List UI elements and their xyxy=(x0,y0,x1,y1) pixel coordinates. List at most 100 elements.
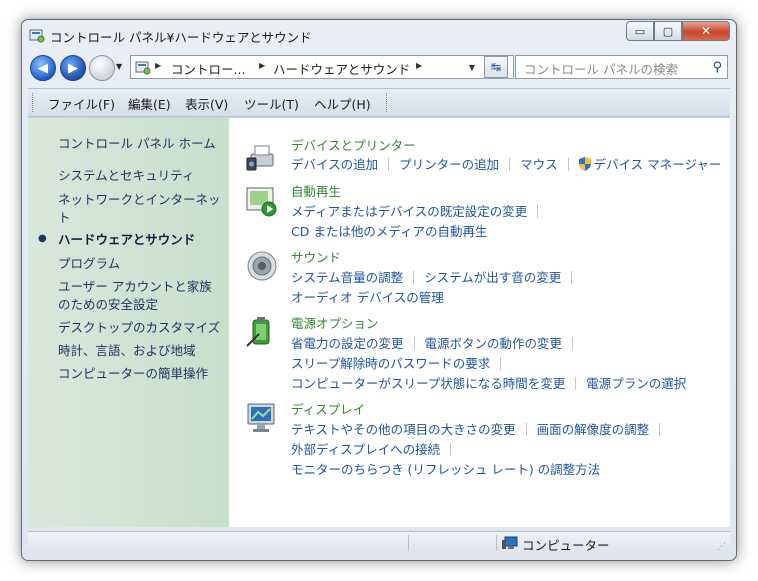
sidebar-item-network[interactable]: ネットワークとインターネット xyxy=(58,191,223,227)
link-separator xyxy=(525,423,527,436)
sidebar-item-clock-region[interactable]: 時計、言語、および地域 xyxy=(58,342,223,360)
forward-button[interactable]: ▶ xyxy=(60,55,86,81)
recent-pages-button[interactable] xyxy=(89,55,115,81)
display-icon[interactable] xyxy=(245,401,279,435)
link-connect-external-display[interactable]: 外部ディスプレイへの接続 xyxy=(291,442,440,457)
category-autoplay[interactable]: 自動再生 xyxy=(291,181,341,200)
link-separator xyxy=(571,271,573,284)
maximize-button[interactable]: ▢ xyxy=(654,21,682,41)
minimize-icon: ▭ xyxy=(634,24,646,38)
computer-icon xyxy=(502,536,518,549)
minimize-button[interactable]: ▭ xyxy=(626,21,654,41)
menu-help[interactable]: ヘルプ(H) xyxy=(314,94,371,113)
breadcrumb-hardware-sound[interactable]: ハードウェアとサウンド xyxy=(273,59,410,78)
speaker-icon[interactable] xyxy=(245,249,279,283)
sidebar-item-programs[interactable]: プログラム xyxy=(58,255,223,273)
breadcrumb-separator-icon[interactable]: ▶ xyxy=(416,61,422,70)
link-device-manager[interactable]: デバイス マネージャー xyxy=(594,157,722,172)
breadcrumb-control-panel[interactable]: コントロー... xyxy=(171,59,245,78)
link-separator xyxy=(575,377,577,390)
breadcrumb-separator-icon[interactable]: ▶ xyxy=(155,61,161,70)
link-adjust-resolution[interactable]: 画面の解像度の調整 xyxy=(537,422,650,437)
refresh-button[interactable]: ↹ xyxy=(484,56,508,78)
link-add-device[interactable]: デバイスの追加 xyxy=(291,157,378,172)
link-require-password-wake[interactable]: スリープ解除時のパスワードの要求 xyxy=(291,356,490,371)
link-media-defaults[interactable]: メディアまたはデバイスの既定設定の変更 xyxy=(291,204,527,219)
status-bar: コンピューター ⋰ xyxy=(28,531,730,554)
link-change-sleep-time[interactable]: コンピューターがスリープ状態になる時間を変更 xyxy=(291,376,565,391)
sidebar-item-system-security[interactable]: システムとセキュリティ xyxy=(58,167,223,185)
link-add-printer[interactable]: プリンターの追加 xyxy=(399,157,499,172)
category-power-options[interactable]: 電源オプション xyxy=(291,313,379,332)
link-power-saving-settings[interactable]: 省電力の設定の変更 xyxy=(291,336,404,351)
link-adjust-volume[interactable]: システム音量の調整 xyxy=(291,270,403,285)
battery-icon[interactable] xyxy=(245,314,279,348)
link-separator xyxy=(413,271,415,284)
link-separator xyxy=(567,158,569,171)
link-separator xyxy=(509,158,511,171)
resize-grip-icon[interactable]: ⋰ xyxy=(717,542,726,552)
address-bar[interactable]: ▶ コントロー... ▶ ハードウェアとサウンド ▶ ▼ xyxy=(130,55,514,79)
link-separator xyxy=(537,205,539,218)
link-manage-audio-devices[interactable]: オーディオ デバイスの管理 xyxy=(291,290,444,305)
back-arrow-icon: ◀ xyxy=(38,60,48,76)
back-button[interactable]: ◀ xyxy=(30,55,56,81)
menu-separator xyxy=(386,93,390,112)
link-row: スリープ解除時のパスワードの要求 xyxy=(291,353,511,371)
link-change-text-size[interactable]: テキストやその他の項目の大きさの変更 xyxy=(291,422,516,437)
link-row: メディアまたはデバイスの既定設定の変更 xyxy=(291,201,548,219)
link-row: 省電力の設定の変更 電源ボタンの動作の変更 xyxy=(291,333,583,351)
close-button[interactable]: ✕ xyxy=(682,21,730,41)
menu-file[interactable]: ファイル(F) xyxy=(48,94,115,113)
category-sound[interactable]: サウンド xyxy=(291,247,341,266)
link-adjust-refresh-rate[interactable]: モニターのちらつき (リフレッシュ レート) の調整方法 xyxy=(291,462,600,477)
sidebar-item-appearance[interactable]: デスクトップのカスタマイズ xyxy=(58,319,223,337)
refresh-icon: ↹ xyxy=(490,60,502,74)
link-change-system-sounds[interactable]: システムが出す音の変更 xyxy=(424,270,561,285)
status-divider xyxy=(408,535,409,551)
link-row: オーディオ デバイスの管理 xyxy=(291,287,444,305)
menu-tools[interactable]: ツール(T) xyxy=(244,94,299,113)
content-area: コントロール パネル ホーム システムとセキュリティ ネットワークとインターネッ… xyxy=(28,117,730,527)
link-row: デバイスの追加 プリンターの追加 マウス デバイス マネージャー xyxy=(291,154,721,172)
category-devices-printers[interactable]: デバイスとプリンター xyxy=(291,135,416,154)
active-bullet-icon: ● xyxy=(38,233,47,244)
status-divider xyxy=(496,535,497,551)
sidebar-item-home[interactable]: コントロール パネル ホーム xyxy=(58,135,223,153)
link-cd-autoplay[interactable]: CD または他のメディアの自動再生 xyxy=(291,224,487,239)
breadcrumb-separator-icon[interactable]: ▶ xyxy=(259,61,265,70)
uac-shield-icon xyxy=(578,157,591,171)
menu-edit[interactable]: 編集(E) xyxy=(128,94,171,113)
link-separator xyxy=(500,357,502,370)
link-separator xyxy=(572,337,574,350)
sidebar-item-user-accounts[interactable]: ユーザー アカウントと家族のための安全設定 xyxy=(58,278,223,314)
navigation-bar: ◀ ▶ ▼ ▶ コントロー... ▶ ハードウェアとサウンド ▶ ▼ ↹ コント… xyxy=(22,50,736,86)
link-mouse[interactable]: マウス xyxy=(520,157,558,172)
autoplay-icon[interactable] xyxy=(245,184,279,218)
maximize-icon: ▢ xyxy=(662,24,674,38)
search-input[interactable]: コントロール パネルの検索 xyxy=(524,59,678,78)
link-row: 外部ディスプレイへの接続 xyxy=(291,439,461,457)
title-bar[interactable]: コントロール パネル¥ハードウェアとサウンド ▭ ▢ ✕ xyxy=(22,20,736,50)
link-choose-power-plan[interactable]: 電源プランの選択 xyxy=(586,376,686,391)
devices-printer-icon[interactable] xyxy=(245,140,279,174)
control-panel-icon xyxy=(135,61,151,75)
address-dropdown-icon[interactable]: ▼ xyxy=(469,63,475,72)
control-panel-icon xyxy=(29,29,45,43)
status-location: コンピューター xyxy=(522,538,610,553)
link-row: CD または他のメディアの自動再生 xyxy=(291,221,487,239)
sidebar-item-ease-of-access[interactable]: コンピューターの簡単操作 xyxy=(58,365,223,383)
recent-pages-dropdown-icon[interactable]: ▼ xyxy=(116,62,122,71)
category-display[interactable]: ディスプレイ xyxy=(291,399,365,418)
link-row: コンピューターがスリープ状態になる時間を変更 電源プランの選択 xyxy=(291,373,686,391)
link-separator xyxy=(413,337,415,350)
control-panel-window: コントロール パネル¥ハードウェアとサウンド ▭ ▢ ✕ ◀ ▶ ▼ ▶ コント… xyxy=(21,19,737,561)
menu-view[interactable]: 表示(V) xyxy=(185,94,228,113)
link-power-button-action[interactable]: 電源ボタンの動作の変更 xyxy=(425,336,563,351)
search-icon[interactable]: ⚲ xyxy=(712,60,722,75)
window-title: コントロール パネル¥ハードウェアとサウンド xyxy=(50,30,312,45)
sidebar-item-hardware-sound[interactable]: ハードウェアとサウンド xyxy=(58,231,223,249)
menu-bar: ファイル(F) 編集(E) 表示(V) ツール(T) ヘルプ(H) xyxy=(28,88,730,117)
link-separator xyxy=(388,158,390,171)
search-box[interactable]: コントロール パネルの検索 ⚲ xyxy=(515,55,728,79)
